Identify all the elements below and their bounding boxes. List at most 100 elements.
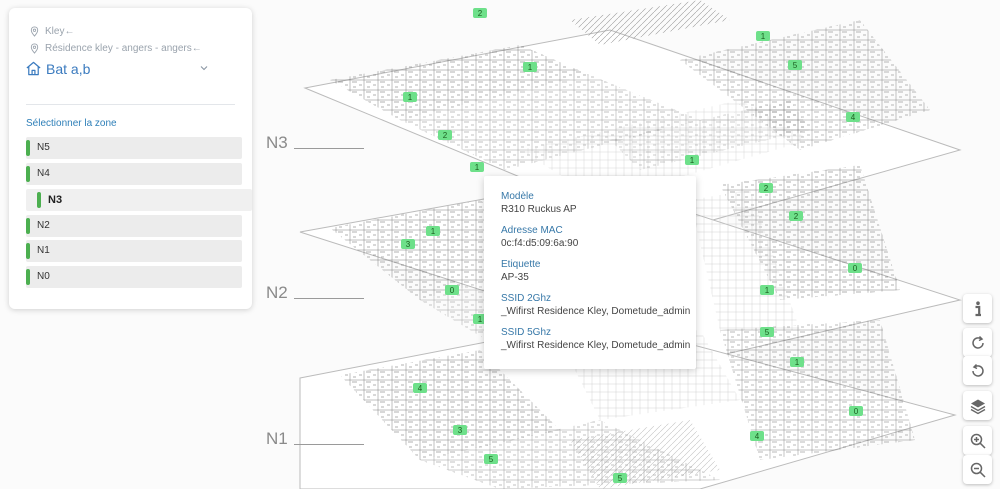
tooltip-label-value: AP-35: [501, 272, 529, 283]
tooltip-ssid5-value: _Wifirst Residence Kley, Dometude_admin: [501, 340, 691, 351]
access-point-marker[interactable]: 4: [413, 383, 427, 393]
access-point-marker[interactable]: 1: [756, 31, 770, 41]
access-point-count: 0: [450, 286, 455, 295]
access-point-marker[interactable]: 0: [445, 285, 459, 295]
access-point-count: 3: [406, 240, 411, 249]
access-point-marker[interactable]: 1: [403, 92, 417, 102]
access-point-count: 4: [851, 113, 856, 122]
floor-label-n3: N3: [266, 133, 288, 152]
access-point-marker[interactable]: 1: [760, 285, 774, 295]
zone-item-label: N0: [37, 271, 50, 282]
zone-status-bar: [26, 166, 30, 182]
access-point-marker[interactable]: 2: [473, 8, 487, 18]
access-point-count: 1: [690, 156, 695, 165]
access-point-marker[interactable]: 1: [790, 357, 804, 367]
breadcrumb-site-label: Kley←: [45, 26, 75, 37]
rotate-counterclockwise-button[interactable]: [963, 356, 992, 385]
access-point-marker[interactable]: 1: [685, 155, 699, 165]
access-point-marker[interactable]: 0: [849, 406, 863, 416]
zone-selector-panel: Kley← Résidence kley - angers - angers← …: [9, 8, 252, 309]
access-point-count: 2: [794, 212, 799, 221]
access-point-count: 3: [458, 426, 463, 435]
location-pin-icon: [30, 26, 39, 37]
building-selector[interactable]: Bat a,b: [25, 60, 90, 77]
access-point-marker[interactable]: 1: [523, 62, 537, 72]
tooltip-label-key: Etiquette: [501, 259, 541, 270]
access-point-marker[interactable]: 5: [760, 327, 774, 337]
access-point-count: 5: [489, 455, 494, 464]
location-pin-icon: [30, 43, 39, 54]
zone-item-label: N1: [37, 245, 50, 256]
zoom-in-button[interactable]: [963, 426, 992, 455]
zone-item-label: N2: [37, 220, 50, 231]
access-point-count: 1: [765, 286, 770, 295]
access-point-tooltip: Modèle R310 Ruckus AP Adresse MAC 0c:f4:…: [484, 176, 696, 369]
access-point-marker[interactable]: 2: [789, 211, 803, 221]
info-icon: [975, 300, 981, 316]
rotate-ccw-icon: [971, 363, 984, 377]
breadcrumb-residence-label: Résidence kley - angers - angers←: [45, 43, 202, 54]
zone-item-n3[interactable]: N3: [26, 189, 252, 211]
breadcrumb-residence[interactable]: Résidence kley - angers - angers←: [29, 43, 202, 54]
access-point-marker[interactable]: 1: [470, 162, 484, 172]
access-point-count: 1: [795, 358, 800, 367]
access-point-marker[interactable]: 5: [484, 454, 498, 464]
access-point-marker[interactable]: 5: [788, 60, 802, 70]
home-icon: [26, 61, 41, 76]
access-point-count: 2: [764, 184, 769, 193]
access-point-marker[interactable]: 3: [453, 425, 467, 435]
zoom-out-icon: [970, 462, 986, 478]
tooltip-ssid2-key: SSID 2Ghz: [501, 293, 552, 304]
floor-plan-viewer: 2 1 1 2 1 1 5 4 1 2 2 0 3 1 0 1 1 5 1 0 4 3 4 5 5 N3 N2 N1 Kley←…: [0, 0, 1000, 489]
access-point-marker[interactable]: 3: [401, 239, 415, 249]
zone-item-n1[interactable]: N1: [26, 240, 242, 262]
access-point-count: 2: [443, 131, 448, 140]
building-title: Bat a,b: [46, 60, 91, 77]
floor-leader-line-n3: [294, 148, 364, 149]
access-point-marker[interactable]: 0: [848, 263, 862, 273]
access-point-count: 5: [793, 61, 798, 70]
access-point-count: 4: [418, 384, 423, 393]
zoom-out-button[interactable]: [963, 455, 992, 484]
access-point-count: 2: [478, 9, 483, 18]
tooltip-model-value: R310 Ruckus AP: [501, 204, 577, 215]
access-point-marker[interactable]: 1: [426, 226, 440, 236]
access-point-count: 5: [765, 328, 770, 337]
tooltip-mac-key: Adresse MAC: [501, 225, 563, 236]
zone-item-label: N5: [37, 142, 50, 153]
access-point-count: 1: [478, 315, 483, 324]
panel-divider: [26, 104, 235, 105]
zone-item-label: N3: [48, 194, 63, 206]
zone-item-n0[interactable]: N0: [26, 266, 242, 288]
access-point-count: 1: [761, 32, 766, 41]
access-point-count: 1: [475, 163, 480, 172]
zone-status-bar: [26, 243, 30, 259]
zone-item-n2[interactable]: N2: [26, 215, 242, 237]
access-point-marker[interactable]: 4: [846, 112, 860, 122]
floor-label-n1: N1: [266, 429, 288, 448]
access-point-marker[interactable]: 5: [613, 473, 627, 483]
access-point-marker[interactable]: 4: [750, 431, 764, 441]
tooltip-ssid2-value: _Wifirst Residence Kley, Dometude_admin: [501, 306, 691, 317]
access-point-count: 1: [408, 93, 413, 102]
access-point-count: 4: [755, 432, 760, 441]
layers-button[interactable]: [963, 391, 992, 420]
zone-item-n4[interactable]: N4: [26, 163, 242, 185]
zone-section-title: Sélectionner la zone: [26, 118, 117, 129]
access-point-marker[interactable]: 2: [438, 130, 452, 140]
chevron-down-icon[interactable]: [199, 63, 209, 73]
access-point-marker[interactable]: 2: [759, 183, 773, 193]
info-button[interactable]: [963, 294, 992, 323]
tooltip-mac-value: 0c:f4:d5:09:6a:90: [501, 238, 579, 249]
rotate-clockwise-button[interactable]: [963, 328, 992, 357]
breadcrumb-site[interactable]: Kley←: [29, 26, 74, 37]
floor-label-n2: N2: [266, 283, 288, 302]
zone-item-n5[interactable]: N5: [26, 137, 242, 159]
floor-leader-line-n1: [294, 444, 364, 445]
access-point-count: 0: [854, 407, 859, 416]
zone-status-bar: [26, 140, 30, 156]
zone-status-bar: [26, 218, 30, 234]
access-point-count: 1: [431, 227, 436, 236]
layers-icon: [970, 399, 985, 414]
zone-item-label: N4: [37, 168, 50, 179]
